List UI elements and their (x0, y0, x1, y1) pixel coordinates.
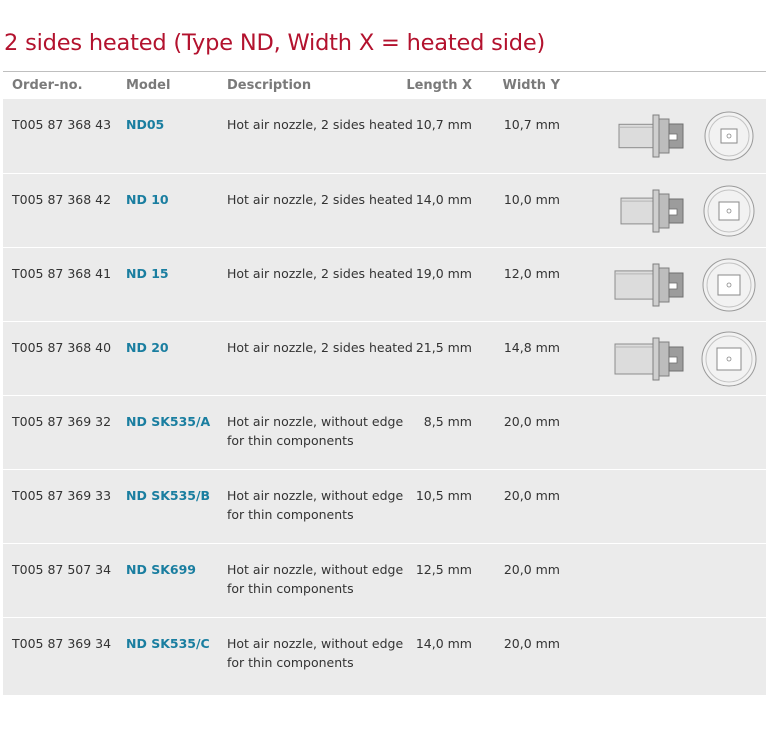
description: Hot air nozzle, 2 sides heated (227, 191, 413, 210)
order-number: T005 87 369 33 (12, 488, 112, 503)
description-line-2: for thin components (227, 654, 354, 670)
length-x: 8,5 mm (423, 414, 472, 429)
width-y: 20,0 mm (503, 562, 560, 577)
description-line-1: Hot air nozzle, 2 sides heated (227, 266, 413, 281)
description: Hot air nozzle, 2 sides heated (227, 265, 413, 284)
order-number: T005 87 368 42 (12, 192, 112, 207)
table-row: T005 87 507 34 ND SK699 Hot air nozzle, … (3, 543, 766, 617)
description: Hot air nozzle, 2 sides heated (227, 116, 413, 135)
nozzle-table: Order-no. Model Description Length X Wid… (3, 71, 766, 695)
nozzle-front-view-icon (703, 185, 755, 237)
page-title: 2 sides heated (Type ND, Width X = heate… (4, 30, 546, 56)
model-link[interactable]: ND SK699 (126, 561, 196, 580)
table-row: T005 87 369 33 ND SK535/B Hot air nozzle… (3, 469, 766, 543)
table-row: T005 87 369 32 ND SK535/A Hot air nozzle… (3, 395, 766, 469)
order-number: T005 87 507 34 (12, 562, 112, 577)
header-description: Description (227, 78, 312, 93)
width-y: 20,0 mm (503, 414, 560, 429)
description-line-1: Hot air nozzle, 2 sides heated (227, 340, 413, 355)
order-number: T005 87 369 34 (12, 636, 112, 651)
order-number: T005 87 368 40 (12, 340, 112, 355)
nozzle-side-view-icon (620, 189, 684, 233)
description-line-1: Hot air nozzle, without edge (227, 488, 404, 503)
model-link[interactable]: ND SK535/A (126, 413, 210, 432)
nozzle-front-view-icon (704, 111, 754, 161)
table-row: T005 87 368 43 ND05 Hot air nozzle, 2 si… (3, 99, 766, 173)
length-x: 10,7 mm (415, 117, 472, 132)
description-line-2: for thin components (227, 580, 354, 596)
description-line-1: Hot air nozzle, 2 sides heated (227, 117, 413, 132)
table-row: T005 87 368 40 ND 20 Hot air nozzle, 2 s… (3, 321, 766, 395)
width-y: 20,0 mm (503, 636, 560, 651)
table-row: T005 87 368 42 ND 10 Hot air nozzle, 2 s… (3, 173, 766, 247)
nozzle-front-view-icon (702, 258, 756, 312)
nozzle-front-view-icon (701, 331, 757, 387)
length-x: 14,0 mm (415, 636, 472, 651)
header-order-no: Order-no. (12, 78, 83, 93)
description: Hot air nozzle, 2 sides heated (227, 339, 413, 358)
description-line-2: for thin components (227, 506, 354, 522)
model-link[interactable]: ND 10 (126, 191, 169, 210)
description: Hot air nozzle, without edge for thin com… (227, 635, 403, 672)
description: Hot air nozzle, without edge for thin com… (227, 487, 403, 524)
table-header: Order-no. Model Description Length X Wid… (3, 71, 766, 99)
nozzle-side-view-icon (614, 337, 684, 381)
model-link[interactable]: ND05 (126, 116, 164, 135)
width-y: 10,7 mm (503, 117, 560, 132)
length-x: 12,5 mm (415, 562, 472, 577)
description-line-1: Hot air nozzle, without edge (227, 562, 404, 577)
length-x: 19,0 mm (415, 266, 472, 281)
width-y: 14,8 mm (503, 340, 560, 355)
description: Hot air nozzle, without edge for thin com… (227, 561, 403, 598)
description-line-1: Hot air nozzle, 2 sides heated (227, 192, 413, 207)
table-row: T005 87 368 41 ND 15 Hot air nozzle, 2 s… (3, 247, 766, 321)
nozzle-side-view-icon (614, 263, 684, 307)
header-model: Model (126, 78, 171, 93)
description-line-1: Hot air nozzle, without edge (227, 414, 404, 429)
length-x: 14,0 mm (415, 192, 472, 207)
header-length-x: Length X (406, 78, 472, 93)
description-line-2: for thin components (227, 432, 354, 448)
length-x: 10,5 mm (415, 488, 472, 503)
header-width-y: Width Y (502, 78, 560, 93)
order-number: T005 87 369 32 (12, 414, 112, 429)
description: Hot air nozzle, without edge for thin com… (227, 413, 403, 450)
table-row: T005 87 369 34 ND SK535/C Hot air nozzle… (3, 617, 766, 695)
model-link[interactable]: ND SK535/B (126, 487, 210, 506)
model-link[interactable]: ND SK535/C (126, 635, 210, 654)
length-x: 21,5 mm (415, 340, 472, 355)
model-link[interactable]: ND 15 (126, 265, 169, 284)
order-number: T005 87 368 43 (12, 117, 112, 132)
model-link[interactable]: ND 20 (126, 339, 169, 358)
order-number: T005 87 368 41 (12, 266, 112, 281)
width-y: 20,0 mm (503, 488, 560, 503)
width-y: 10,0 mm (503, 192, 560, 207)
width-y: 12,0 mm (503, 266, 560, 281)
nozzle-side-view-icon (618, 114, 684, 158)
description-line-1: Hot air nozzle, without edge (227, 636, 404, 651)
